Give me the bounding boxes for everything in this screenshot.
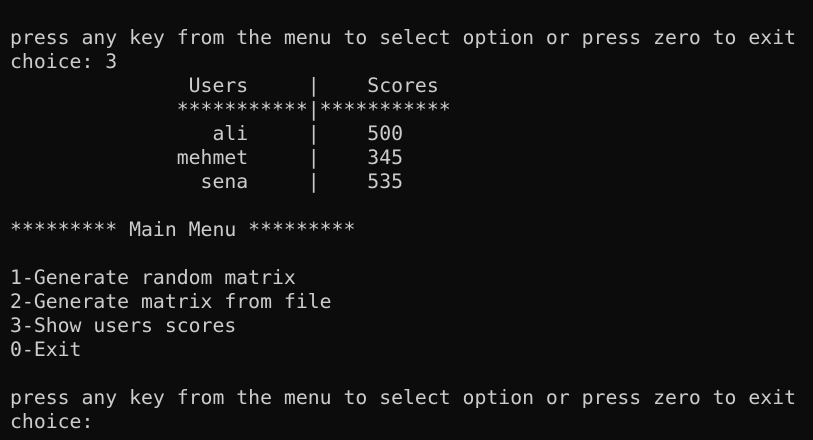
choice-prompt: choice: [10,410,106,433]
choice-entry: choice: 3 [10,50,118,73]
menu-prompt: press any key from the menu to select op… [10,386,797,409]
scores-table-header: Users | Scores [10,74,439,97]
console-window[interactable]: press any key from the menu to select op… [0,0,813,440]
table-row: ali | 500 [10,122,404,145]
main-menu-title: ********* Main Menu ********* [10,218,356,241]
menu-prompt: press any key from the menu to select op… [10,26,797,49]
table-row: mehmet | 345 [10,146,404,169]
text-cursor [105,411,115,431]
choice-input-line[interactable]: choice: [10,410,813,434]
menu-option: 1-Generate random matrix [10,266,296,289]
menu-option: 0-Exit [10,338,82,361]
table-row: sena | 535 [10,170,404,193]
scores-table-separator: ***********|*********** [10,98,451,121]
menu-option: 2-Generate matrix from file [10,290,332,313]
menu-option: 3-Show users scores [10,314,237,337]
